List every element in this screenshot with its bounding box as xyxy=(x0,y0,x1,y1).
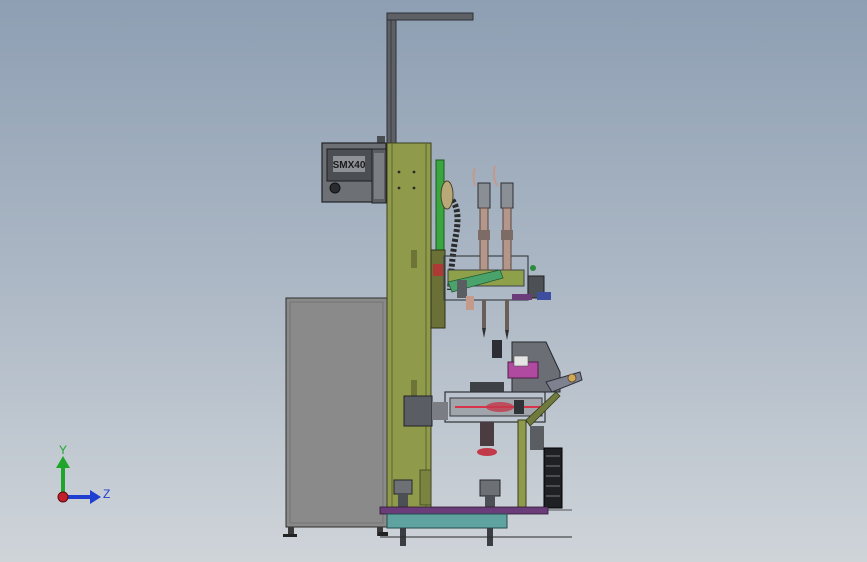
control-box[interactable]: SMX40 xyxy=(321,136,387,204)
y-axis-label: Y xyxy=(59,443,67,457)
control-box-label: SMX40 xyxy=(333,160,366,171)
cad-viewport[interactable]: SMX40 Y Z xyxy=(0,0,867,562)
main-column xyxy=(386,142,432,512)
side-cabinet xyxy=(283,297,388,537)
overhead-bracket xyxy=(386,12,474,146)
axis-triad: Y Z xyxy=(56,443,110,504)
base-plate xyxy=(378,506,572,546)
x-axis-dot xyxy=(57,491,69,503)
control-knob-icon[interactable] xyxy=(329,182,341,194)
z-axis-label: Z xyxy=(103,487,110,501)
upper-head-assembly xyxy=(430,159,551,340)
